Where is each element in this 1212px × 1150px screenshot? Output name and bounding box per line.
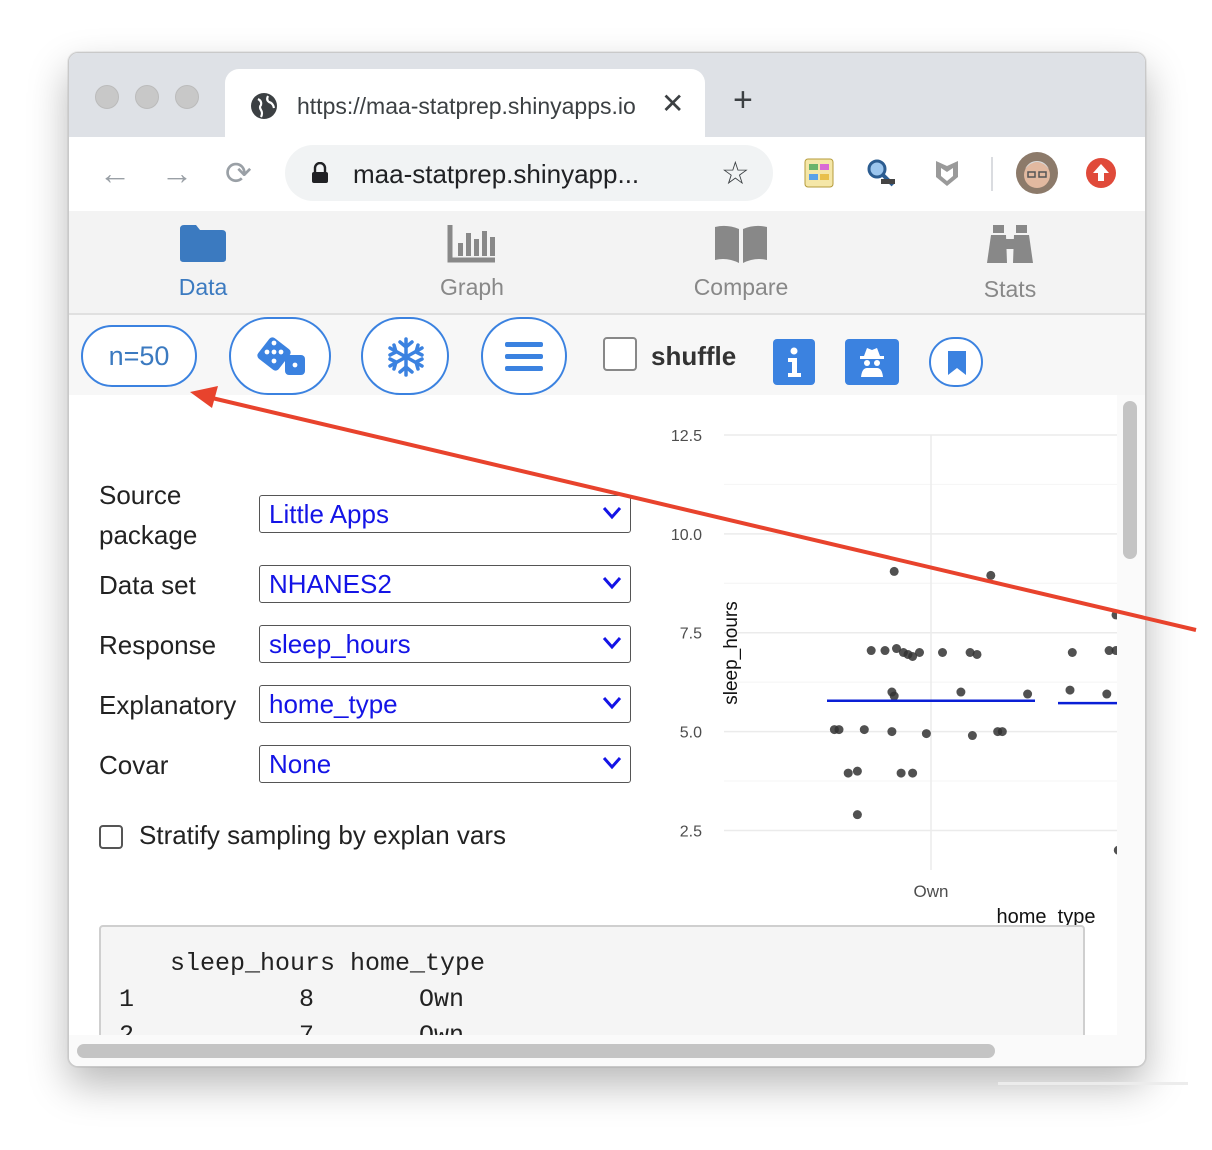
annotation-arrow — [190, 386, 1197, 632]
annotation-arrow-line — [211, 396, 1197, 632]
annotation-arrow-head — [190, 386, 218, 408]
page-divider-line — [998, 1082, 1188, 1085]
